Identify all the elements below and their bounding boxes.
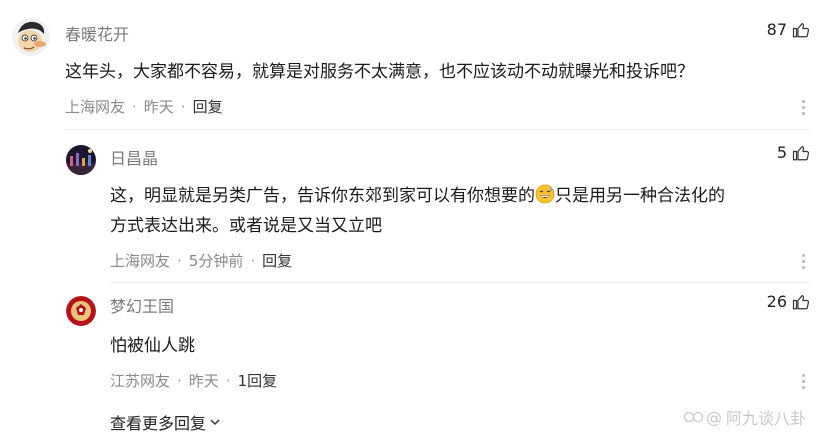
more-options-icon[interactable] bbox=[802, 100, 806, 115]
comment-text-line2: 方式表达出来。或者说是又当又立吧 bbox=[110, 216, 382, 236]
like-button[interactable]: 26 bbox=[767, 292, 810, 311]
comment-location: 上海网友 bbox=[110, 252, 171, 270]
separator-dot: · bbox=[132, 97, 137, 116]
separator-dot: · bbox=[177, 251, 182, 270]
comment-text: 这年头，大家都不容易，就算是对服务不太满意，也不应该动不动就曝光和投诉吧？ bbox=[65, 62, 694, 82]
thumbs-up-icon bbox=[792, 145, 810, 160]
comment-time: 昨天 bbox=[188, 372, 219, 390]
view-more-label: 查看更多回复 bbox=[110, 414, 207, 433]
chevron-down-icon bbox=[210, 419, 220, 426]
watermark-logo-icon: @ bbox=[683, 408, 722, 427]
like-button[interactable]: 87 bbox=[767, 20, 810, 39]
comment-username[interactable]: 春暖花开 bbox=[65, 21, 129, 45]
reply-button[interactable]: 1回复 bbox=[238, 370, 278, 391]
like-count: 5 bbox=[776, 143, 787, 162]
comment-time: 5分钟前 bbox=[188, 252, 244, 270]
comment-text: 这，明显就是另类广告，告诉你东郊到家可以有你想要的 只是用另一种合法化的方式表达出… bbox=[110, 181, 810, 241]
watermark-text: 阿九谈八卦 bbox=[725, 409, 806, 428]
comment-time: 昨天 bbox=[143, 98, 174, 116]
divider bbox=[110, 282, 810, 283]
like-button[interactable]: 5 bbox=[777, 143, 810, 162]
comment-meta: 上海网友 · 5分钟前 · 回复 bbox=[110, 250, 292, 271]
view-more-replies-button[interactable]: 查看更多回复 bbox=[110, 410, 221, 434]
grinning-sweat-emoji bbox=[535, 184, 555, 204]
like-count: 87 bbox=[766, 20, 787, 39]
comment-text-part1: 这，明显就是另类广告，告诉你东郊到家可以有你想要的 bbox=[110, 186, 535, 206]
comment-text: 怕被仙人跳 bbox=[110, 336, 195, 356]
separator-dot: · bbox=[180, 97, 186, 116]
like-count: 26 bbox=[766, 292, 787, 311]
separator-dot: · bbox=[177, 371, 182, 390]
comment-username[interactable]: 梦幻王国 bbox=[110, 293, 174, 317]
separator-dot: · bbox=[250, 251, 256, 270]
more-options-icon[interactable] bbox=[802, 374, 806, 389]
more-options-icon[interactable] bbox=[802, 254, 806, 269]
watermark: @ 阿九谈八卦 bbox=[683, 405, 806, 429]
comment-text-part2: 只是用另一种合法化的 bbox=[555, 186, 725, 206]
comment-location: 江苏网友 bbox=[110, 372, 171, 390]
reply-button[interactable]: 回复 bbox=[193, 96, 223, 117]
comment-username[interactable]: 日昌晶 bbox=[110, 145, 158, 169]
thumbs-up-icon bbox=[792, 22, 810, 37]
comment-meta: 上海网友 · 昨天 · 回复 bbox=[65, 96, 223, 117]
comment-location: 上海网友 bbox=[65, 98, 126, 116]
thumbs-up-icon bbox=[792, 294, 810, 309]
comment-meta: 江苏网友 · 昨天 · 1回复 bbox=[110, 370, 277, 391]
reply-button[interactable]: 回复 bbox=[262, 250, 292, 271]
red-emblem-avatar[interactable] bbox=[66, 296, 96, 326]
divider bbox=[65, 129, 810, 130]
separator-dot: · bbox=[225, 371, 231, 390]
night-city-avatar[interactable] bbox=[66, 145, 96, 175]
cartoon-face-avatar[interactable] bbox=[12, 18, 50, 56]
